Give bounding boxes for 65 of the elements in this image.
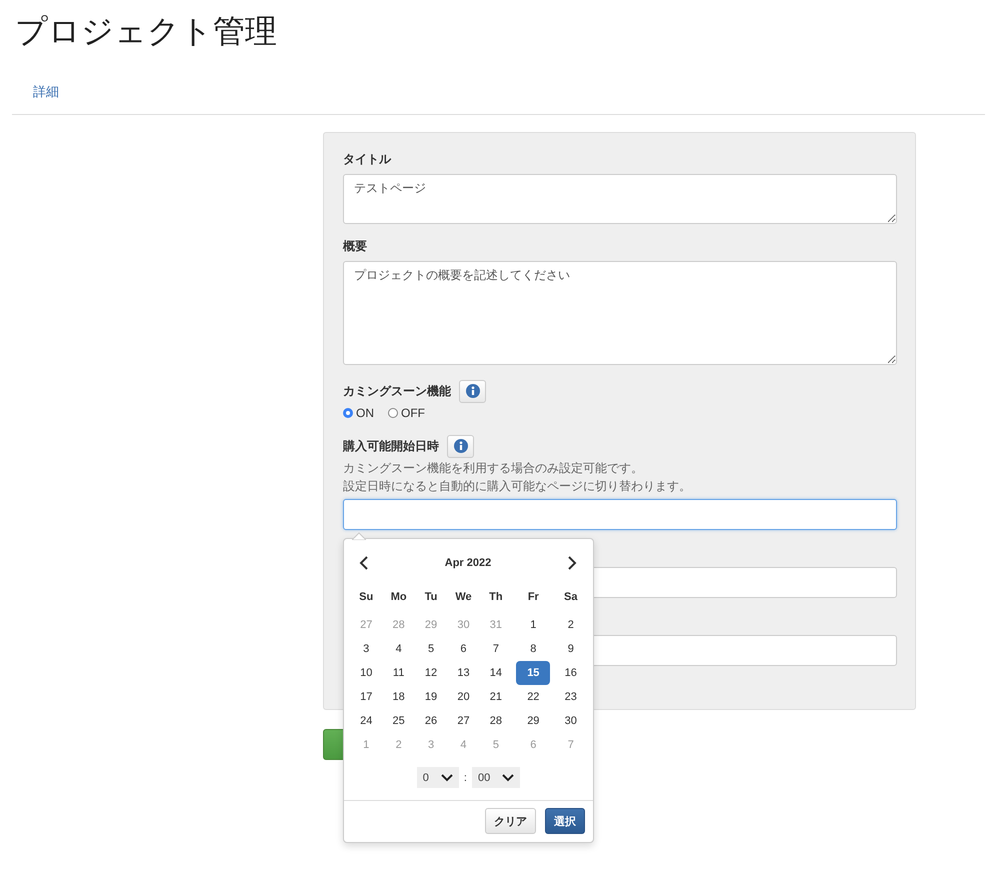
field-label: 購入可能開始日時 — [343, 438, 439, 454]
radio-label[interactable]: OFF — [401, 406, 425, 420]
weekday-label: Tu — [424, 590, 438, 605]
minute-select[interactable]: 00 — [472, 767, 520, 788]
calendar-day[interactable]: 25 — [386, 709, 412, 733]
calendar-day[interactable]: 20 — [450, 685, 476, 709]
weekday-label: Mo — [390, 590, 408, 605]
calendar-day[interactable]: 21 — [482, 685, 509, 709]
calendar-day[interactable]: 12 — [418, 661, 444, 685]
calendar-day[interactable]: 4 — [386, 637, 412, 661]
chevron-right-icon[interactable] — [566, 556, 577, 570]
chevron-down-icon — [440, 774, 453, 782]
field-label: タイトル — [343, 151, 392, 167]
calendar-day[interactable]: 11 — [386, 661, 412, 685]
radio-label[interactable]: ON — [356, 406, 374, 420]
time-separator: : — [464, 772, 467, 784]
calendar-day[interactable]: 14 — [482, 661, 509, 685]
select-button[interactable]: 選択 — [545, 808, 585, 834]
calendar-day[interactable]: 9 — [558, 637, 584, 661]
calendar-day[interactable]: 10 — [353, 661, 380, 685]
calendar-day[interactable]: 28 — [482, 709, 509, 733]
calendar-day[interactable]: 27 — [450, 709, 476, 733]
info-icon — [454, 439, 468, 453]
calendar-day[interactable]: 2 — [558, 613, 584, 637]
calendar-day[interactable]: 3 — [353, 637, 380, 661]
calendar-day[interactable]: 15 — [516, 661, 550, 685]
calendar-day[interactable]: 24 — [353, 709, 380, 733]
calendar-day[interactable]: 23 — [558, 685, 584, 709]
field-label: 概要 — [343, 238, 368, 254]
weekday-label: Th — [488, 590, 504, 605]
info-icon — [466, 384, 480, 398]
weekday-label: Fr — [526, 590, 540, 605]
date-input[interactable] — [343, 499, 897, 530]
calendar-day[interactable]: 16 — [558, 661, 584, 685]
weekday-label: We — [454, 590, 473, 605]
calendar-day[interactable]: 22 — [520, 685, 546, 709]
field-label: カミングスーン機能 — [343, 383, 451, 399]
calendar-day[interactable]: 19 — [418, 685, 444, 709]
weekday-label: Su — [358, 590, 374, 605]
hour-select[interactable]: 0 — [416, 767, 459, 788]
radio-button[interactable] — [388, 408, 398, 418]
calendar-day[interactable]: 6 — [450, 637, 476, 661]
calendar-day[interactable]: 1 — [520, 613, 546, 637]
info-button[interactable] — [459, 380, 486, 402]
calendar-day[interactable]: 29 — [520, 709, 546, 733]
calendar-day[interactable]: 5 — [418, 637, 444, 661]
help-text: カミングスーン機能を利用する場合のみ設定可能です。 設定日時になると自動的に購入可能なページに切り替わります。 — [343, 460, 692, 495]
chevron-left-icon[interactable] — [359, 556, 369, 570]
calendar-day[interactable]: 30 — [558, 709, 584, 733]
title-textarea[interactable]: テストページ — [343, 174, 897, 224]
calendar-day[interactable]: 26 — [418, 709, 444, 733]
calendar-day[interactable]: 18 — [386, 685, 412, 709]
weekday-label: Sa — [563, 590, 578, 605]
clear-button[interactable]: クリア — [485, 808, 536, 834]
info-button[interactable] — [447, 434, 474, 458]
radio-button[interactable] — [343, 408, 353, 418]
calendar-day[interactable]: 13 — [450, 661, 476, 685]
page-title: プロジェクト管理 — [14, 12, 278, 51]
chevron-down-icon — [502, 774, 514, 782]
calendar-day[interactable]: 8 — [520, 637, 546, 661]
nav-link[interactable]: 詳細 — [33, 84, 59, 114]
summary-textarea[interactable]: プロジェクトの概要を記述してください — [343, 261, 897, 365]
calendar-day[interactable]: 7 — [482, 637, 509, 661]
month-label: Apr 2022 — [444, 557, 492, 569]
calendar-day[interactable]: 17 — [353, 685, 380, 709]
